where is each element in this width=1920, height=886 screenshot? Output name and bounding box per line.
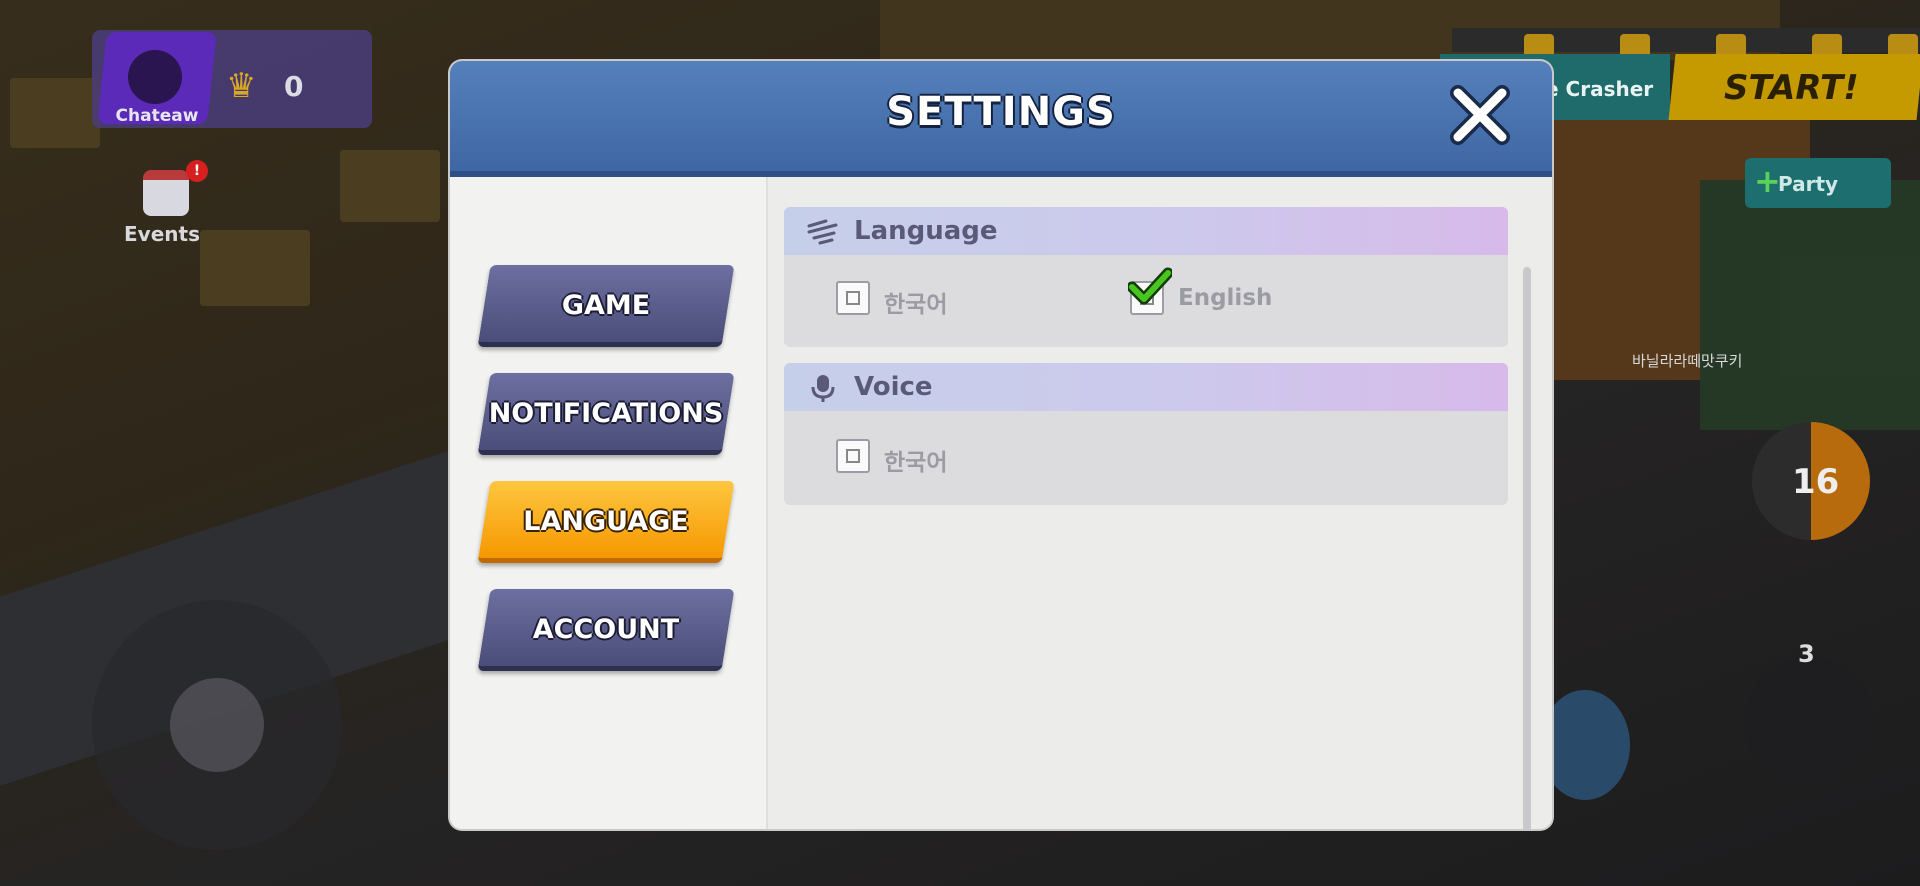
tab-language[interactable]: LANGUAGE xyxy=(477,481,735,563)
kick-button[interactable] xyxy=(1540,690,1630,800)
notification-badge: ! xyxy=(186,160,208,182)
crown-icon: ♛ xyxy=(226,66,257,106)
game-mode-label: e Crasher xyxy=(1545,77,1654,101)
close-icon xyxy=(1450,85,1510,145)
section-title: Voice xyxy=(854,372,933,402)
language-option-korean[interactable]: 한국어 xyxy=(836,279,1036,319)
voice-option-korean[interactable]: 한국어 xyxy=(836,437,1036,477)
tab-label: GAME xyxy=(561,290,651,321)
reward-track xyxy=(1452,28,1920,64)
tab-game[interactable]: GAME xyxy=(477,265,735,347)
calendar-icon[interactable] xyxy=(143,170,189,216)
player-name: Chateaw xyxy=(115,106,199,126)
option-label: 한국어 xyxy=(884,292,948,318)
microphone-icon xyxy=(811,375,835,402)
section-header: Voice xyxy=(784,363,1508,411)
cooldown-value: 16 xyxy=(1792,462,1840,502)
option-label: English xyxy=(1178,285,1273,311)
tab-label: LANGUAGE xyxy=(523,506,689,537)
tab-panel: GAME NOTIFICATIONS LANGUAGE ACCOUNT xyxy=(450,177,766,829)
section-header: Language xyxy=(784,207,1508,255)
throw-button[interactable] xyxy=(1744,656,1874,786)
language-icon xyxy=(807,219,838,245)
checkmark-icon xyxy=(1128,267,1172,305)
option-label: 한국어 xyxy=(884,450,948,476)
tab-label: NOTIFICATIONS xyxy=(488,398,724,429)
checkbox[interactable] xyxy=(836,439,870,473)
language-section: Language 한국어 English xyxy=(784,207,1508,347)
checkbox[interactable] xyxy=(836,281,870,315)
section-title: Language xyxy=(854,216,998,246)
tab-account[interactable]: ACCOUNT xyxy=(477,589,735,671)
dialog-header: SETTINGS xyxy=(450,61,1552,177)
scrollbar[interactable] xyxy=(1523,267,1531,829)
events-label[interactable]: Events xyxy=(124,222,200,246)
settings-dialog: SETTINGS GAME NOTIFICATIONS LANGUAGE ACC… xyxy=(450,61,1552,829)
start-button-label: START! xyxy=(1724,68,1859,108)
plus-icon: + xyxy=(1754,162,1781,200)
dialog-title: SETTINGS xyxy=(886,89,1116,135)
party-button-label: Party xyxy=(1778,172,1839,196)
joystick-knob[interactable] xyxy=(170,678,264,772)
language-option-english[interactable]: English xyxy=(1128,267,1330,319)
avatar-silhouette-icon xyxy=(128,50,182,104)
player-nametag: 바닐라라떼맛쿠키 xyxy=(1632,352,1743,370)
close-button[interactable] xyxy=(1448,83,1512,147)
tab-label: ACCOUNT xyxy=(532,614,680,645)
crown-count: 0 xyxy=(284,70,304,103)
tab-notifications[interactable]: NOTIFICATIONS xyxy=(477,373,735,455)
voice-section: Voice 한국어 xyxy=(784,363,1508,505)
ammo-count: 3 xyxy=(1798,640,1815,668)
